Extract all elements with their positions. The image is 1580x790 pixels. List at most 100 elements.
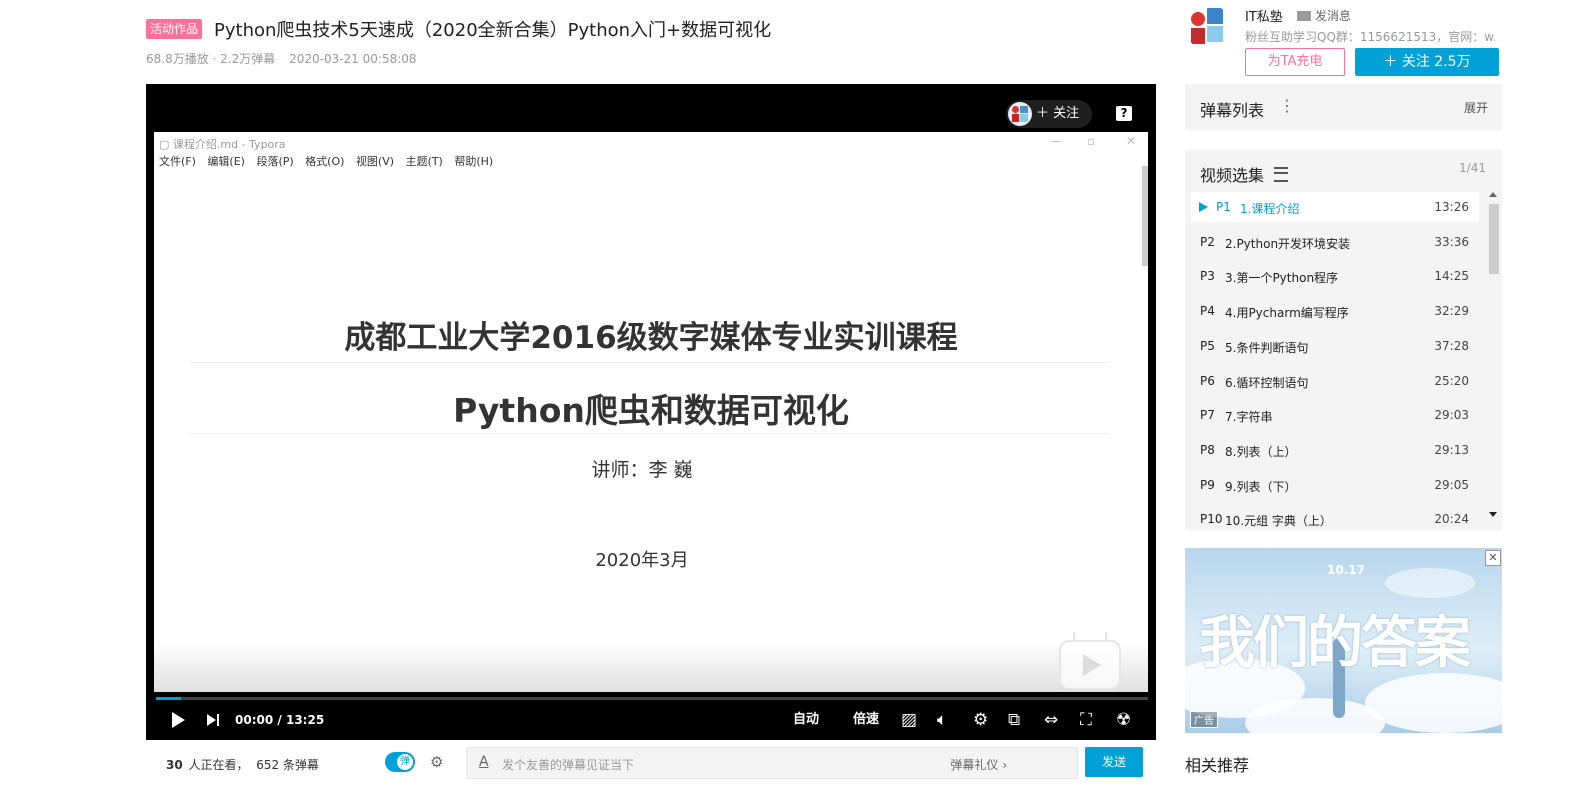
episode-duration: 14:25 (1434, 269, 1469, 284)
next-icon[interactable] (207, 712, 221, 728)
episode-name: 10.元组 字典（上） (1225, 514, 1332, 528)
typora-title-text: 课程介绍.md - Typora (172, 138, 286, 151)
episode-item[interactable]: P10 10.元组 字典（上） 20:24 (1191, 504, 1479, 528)
episode-name: 7.字符串 (1225, 410, 1273, 425)
danmaku-settings-icon[interactable]: ⚙ (430, 753, 452, 771)
menu-edit: 编辑(E) (207, 155, 245, 168)
big-play-icon[interactable] (1059, 640, 1121, 690)
episode-duration: 25:20 (1434, 373, 1469, 388)
font-style-icon[interactable]: A (479, 754, 489, 770)
picture-in-picture-icon[interactable]: ⧉ (1008, 712, 1020, 729)
episode-number: P1 (1216, 200, 1231, 214)
ad-close-icon[interactable]: ✕ (1485, 550, 1501, 566)
progress-bar[interactable] (156, 697, 1148, 700)
episode-duration: 33:36 (1434, 234, 1469, 249)
episode-item[interactable]: P1 1.课程介绍 13:26 (1191, 192, 1479, 222)
video-title: Python爬虫技术5天速成（2020全新合集）Python入门+数据可视化 (214, 20, 772, 41)
message-link[interactable]: 发消息 (1297, 7, 1351, 24)
speed-button[interactable]: 倍速 (853, 712, 879, 728)
viewer-count: 30 (166, 758, 183, 772)
menu-view: 视图(V) (355, 155, 395, 168)
list-icon (1274, 167, 1288, 182)
fullscreen-icon[interactable]: ☢ (1116, 712, 1131, 729)
wide-mode-icon[interactable]: ⇔ (1044, 712, 1058, 729)
episode-item[interactable]: P4 4.用Pycharm编写程序 32:29 (1191, 296, 1479, 326)
help-icon[interactable]: ? (1116, 106, 1132, 121)
episode-item[interactable]: P5 5.条件判断语句 37:28 (1191, 331, 1479, 361)
ad-title-art: 我们的答案 (1199, 610, 1471, 676)
doc-divider (189, 362, 1109, 363)
frame-shadow (154, 642, 1148, 692)
more-icon[interactable]: ⋮ (1279, 96, 1295, 115)
episode-name: 6.循环控制语句 (1225, 375, 1309, 390)
episode-scrollbar[interactable] (1487, 192, 1499, 520)
expand-button[interactable]: 展开 (1464, 99, 1488, 116)
danmaku-placeholder: 发个友善的弹幕见证当下 (502, 758, 635, 772)
video-meta: 68.8万播放 · 2.2万弹幕 2020-03-21 00:58:08 (146, 50, 427, 67)
time-current: 00:00 (235, 713, 274, 727)
episode-item[interactable]: P2 2.Python开发环境安装 33:36 (1191, 227, 1479, 257)
episode-item[interactable]: P9 9.列表（下） 29:05 (1191, 470, 1479, 500)
scroll-up-icon[interactable] (1489, 192, 1497, 197)
ad-tag: 广告 (1190, 711, 1218, 728)
episode-number: P2 (1200, 234, 1215, 249)
danmaku-count: 652 条弹幕 (256, 758, 319, 772)
episode-duration: 32:29 (1434, 304, 1469, 319)
episode-item[interactable]: P8 8.列表（上） 29:13 (1191, 435, 1479, 465)
menu-theme: 主题(T) (405, 155, 443, 168)
episode-name: 3.第一个Python程序 (1225, 271, 1339, 286)
uploader-name[interactable]: IT私塾 (1245, 6, 1283, 25)
danmaku-toggle[interactable]: 弹 (385, 752, 415, 772)
play-icon[interactable] (172, 712, 185, 728)
follow-button[interactable]: ＋ 关注 2.5万 (1355, 48, 1499, 76)
episode-name: 5.条件判断语句 (1225, 340, 1309, 355)
send-button[interactable]: 发送 (1085, 747, 1143, 777)
uploader-description: 粉丝互助学习QQ群：1156621513，官网：w... (1245, 30, 1495, 44)
viewer-text: 人正在看， (188, 758, 249, 772)
episode-panel: 视频选集 1/41 P1 1.课程介绍 13:26 P2 2.Python开发环境安装 3… (1185, 150, 1502, 530)
video-player[interactable]: ＋ 关注 ? ▢ 课程介绍.md - Typora — ▫ ✕ 文件(F) 编辑… (146, 84, 1156, 740)
doc-heading-2: Python爬虫和数据可视化 (453, 391, 849, 430)
time-separator: / (277, 713, 282, 727)
episode-number: P9 (1200, 477, 1215, 492)
activity-badge[interactable]: 活动作品 (146, 19, 203, 39)
ad-banner[interactable]: 10.17 我们的答案 广告 ✕ (1185, 548, 1502, 733)
uploader-avatar[interactable] (1185, 4, 1231, 50)
typora-window-title: ▢ 课程介绍.md - Typora (159, 136, 286, 152)
danmaku-bar: 30 人正在看， 652 条弹幕 弹 ⚙ A 发个友善的弹幕见证当下 弹幕礼仪 … (146, 744, 1156, 784)
episode-name: 4.用Pycharm编写程序 (1225, 306, 1349, 321)
progress-fill (156, 697, 181, 700)
player-follow-button[interactable]: ＋ 关注 (1006, 100, 1092, 128)
settings-icon[interactable]: ⚙ (973, 712, 988, 729)
episode-item[interactable]: P7 7.字符串 29:03 (1191, 400, 1479, 430)
episode-name: 8.列表（上） (1225, 444, 1297, 459)
typora-icon: ▢ (159, 138, 173, 151)
menu-format: 格式(O) (305, 155, 345, 168)
episode-number: P10 (1200, 512, 1223, 527)
episode-name: 1.课程介绍 (1240, 202, 1300, 216)
uploader-avatar-small (1008, 102, 1032, 126)
episode-number: P5 (1200, 338, 1215, 353)
volume-icon[interactable]: 🔈︎ (937, 712, 947, 729)
danmaku-etiquette-link[interactable]: 弹幕礼仪 › (950, 756, 1007, 773)
episode-list: P1 1.课程介绍 13:26 P2 2.Python开发环境安装 33:36 P3 3.第一… (1191, 192, 1479, 528)
episode-duration: 37:28 (1434, 338, 1469, 353)
danmaku-off-icon[interactable]: ▨ (901, 712, 917, 729)
episode-number: P7 (1200, 408, 1215, 423)
quality-button[interactable]: 自动 (793, 712, 819, 728)
menu-help: 帮助(H) (454, 155, 494, 168)
episode-duration: 13:26 (1434, 200, 1469, 214)
charge-button[interactable]: 为TA充电 (1245, 48, 1345, 76)
episode-panel-title: 视频选集 (1200, 166, 1265, 185)
menu-paragraph: 段落(P) (256, 155, 294, 168)
time-display: 00:00 / 13:25 (235, 712, 324, 728)
danmaku-list-panel[interactable]: 弹幕列表 ⋮ 展开 (1185, 84, 1502, 130)
scroll-thumb[interactable] (1489, 204, 1499, 274)
episode-item[interactable]: P3 3.第一个Python程序 14:25 (1191, 261, 1479, 291)
episode-number: P4 (1200, 304, 1215, 319)
web-fullscreen-icon[interactable]: ⛶ (1080, 712, 1092, 729)
episode-item[interactable]: P6 6.循环控制语句 25:20 (1191, 366, 1479, 396)
danmaku-input[interactable]: A 发个友善的弹幕见证当下 弹幕礼仪 › (466, 747, 1078, 779)
doc-date: 2020年3月 (595, 550, 689, 571)
scroll-down-icon[interactable] (1489, 512, 1497, 517)
